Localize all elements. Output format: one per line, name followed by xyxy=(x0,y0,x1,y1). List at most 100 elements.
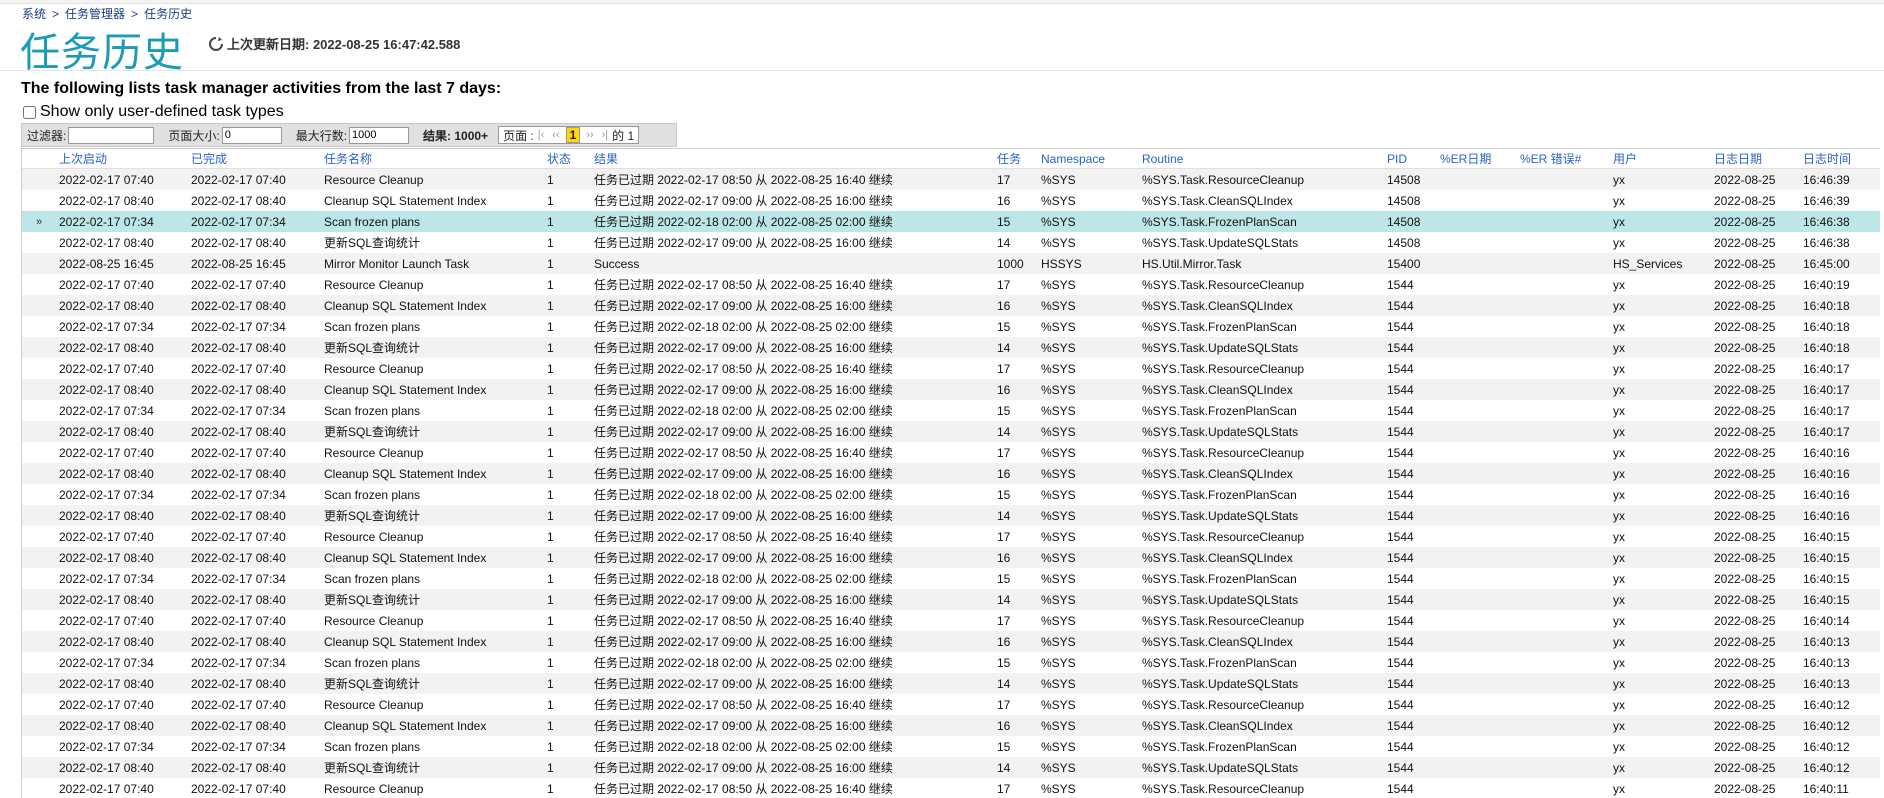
breadcrumb-current[interactable]: 任务历史 xyxy=(144,7,192,21)
table-row[interactable]: 2022-02-17 07:34 2022-02-17 07:34 Scan fro… xyxy=(22,652,1880,673)
table-row[interactable]: 2022-02-17 07:40 2022-02-17 07:40 Resource… xyxy=(22,442,1880,463)
breadcrumb-system[interactable]: 系统 xyxy=(22,7,46,21)
table-row[interactable]: 2022-02-17 07:40 2022-02-17 07:40 Resource… xyxy=(22,610,1880,631)
table-row[interactable]: 2022-02-17 07:40 2022-02-17 07:40 Resource… xyxy=(22,778,1880,798)
col-log-date-header[interactable]: 日志日期 xyxy=(1711,149,1800,169)
col-status: 1 xyxy=(544,358,591,379)
table-row[interactable]: 2022-02-17 08:40 2022-02-17 08:40 更新SQL查询统… xyxy=(22,757,1880,778)
table-row[interactable]: 2022-02-17 07:40 2022-02-17 07:40 Resource… xyxy=(22,526,1880,547)
col-routine: %SYS.Task.CleanSQLIndex xyxy=(1139,631,1384,652)
col-task-id-header[interactable]: 任务 xyxy=(994,149,1038,169)
current-page[interactable]: 1 xyxy=(565,127,581,143)
table-row[interactable]: 2022-02-17 07:34 2022-02-17 07:34 Scan fro… xyxy=(22,568,1880,589)
col-er-error-header[interactable]: %ER 错误# xyxy=(1517,149,1610,169)
max-rows-input[interactable] xyxy=(349,126,410,144)
col-task-name: Resource Cleanup xyxy=(321,526,544,547)
table-row[interactable]: 2022-02-17 07:34 2022-02-17 07:34 Scan fro… xyxy=(22,316,1880,337)
col-routine: %SYS.Task.CleanSQLIndex xyxy=(1139,379,1384,400)
col-status: 1 xyxy=(544,715,591,736)
col-er-date xyxy=(1437,631,1517,652)
col-user: yx xyxy=(1610,379,1711,400)
col-task-name-header[interactable]: 任务名称 xyxy=(321,149,544,169)
first-page-button[interactable]: |‹ xyxy=(538,129,545,141)
col-routine: %SYS.Task.FrozenPlanScan xyxy=(1139,736,1384,757)
col-log-date: 2022-08-25 xyxy=(1711,421,1800,442)
col-namespace: %SYS xyxy=(1038,316,1139,337)
page-label: 页面 : xyxy=(503,128,534,143)
table-row[interactable]: 2022-02-17 07:34 2022-02-17 07:34 Scan fro… xyxy=(22,736,1880,757)
breadcrumb-separator: > xyxy=(131,7,139,21)
col-er-date xyxy=(1437,421,1517,442)
page-size-input[interactable] xyxy=(221,126,282,144)
table-row[interactable]: 2022-02-17 08:40 2022-02-17 08:40 Cleanup … xyxy=(22,631,1880,652)
col-er-date-header[interactable]: %ER日期 xyxy=(1437,149,1517,169)
col-routine: %SYS.Task.UpdateSQLStats xyxy=(1139,589,1384,610)
col-result-header[interactable]: 结果 xyxy=(591,149,994,169)
table-row[interactable]: 2022-02-17 07:40 2022-02-17 07:40 Resource… xyxy=(22,694,1880,715)
table-row[interactable]: 2022-02-17 08:40 2022-02-17 08:40 更新SQL查询统… xyxy=(22,232,1880,253)
col-task-name: Scan frozen plans xyxy=(321,316,544,337)
filter-input[interactable] xyxy=(68,126,155,144)
table-row[interactable]: 2022-02-17 07:34 2022-02-17 07:34 Scan fro… xyxy=(22,400,1880,421)
table-row[interactable]: » 2022-02-17 07:34 2022-02-17 07:34 Scan fr… xyxy=(22,211,1880,232)
col-pid-header[interactable]: PID xyxy=(1384,149,1437,169)
top-bar xyxy=(0,0,1884,4)
table-row[interactable]: 2022-02-17 08:40 2022-02-17 08:40 更新SQL查询统… xyxy=(22,505,1880,526)
col-result: 任务已过期 2022-02-17 08:50 从 2022-08-25 16:4… xyxy=(591,358,994,379)
next-page-button[interactable]: ›› xyxy=(586,129,593,141)
table-row[interactable]: 2022-02-17 08:40 2022-02-17 08:40 Cleanup … xyxy=(22,547,1880,568)
refresh-icon[interactable] xyxy=(208,36,224,52)
user-defined-checkbox[interactable] xyxy=(23,105,36,119)
col-task-id: 17 xyxy=(994,778,1038,798)
col-result: 任务已过期 2022-02-17 09:00 从 2022-08-25 16:0… xyxy=(591,190,994,211)
table-row[interactable]: 2022-02-17 07:40 2022-02-17 07:40 Resource… xyxy=(22,274,1880,295)
table-row[interactable]: 2022-02-17 08:40 2022-02-17 08:40 更新SQL查询统… xyxy=(22,337,1880,358)
col-last-start-header[interactable]: 上次启动 xyxy=(56,149,188,169)
col-pid: 1544 xyxy=(1384,484,1437,505)
table-row[interactable]: 2022-02-17 08:40 2022-02-17 08:40 Cleanup … xyxy=(22,295,1880,316)
table-row[interactable]: 2022-02-17 08:40 2022-02-17 08:40 Cleanup … xyxy=(22,715,1880,736)
col-er-error xyxy=(1517,379,1610,400)
table-row[interactable]: 2022-02-17 07:40 2022-02-17 07:40 Resource… xyxy=(22,168,1880,190)
col-completed-header[interactable]: 已完成 xyxy=(188,149,321,169)
col-er-date xyxy=(1437,757,1517,778)
col-log-time-header[interactable]: 日志时间 xyxy=(1800,149,1880,169)
col-pid: 1544 xyxy=(1384,778,1437,798)
col-completed: 2022-02-17 07:40 xyxy=(188,610,321,631)
table-row[interactable]: 2022-02-17 08:40 2022-02-17 08:40 Cleanup … xyxy=(22,463,1880,484)
col-last-start: 2022-02-17 08:40 xyxy=(56,463,188,484)
col-log-date: 2022-08-25 xyxy=(1711,568,1800,589)
prev-page-button[interactable]: ‹‹ xyxy=(552,129,559,141)
col-namespace-header[interactable]: Namespace xyxy=(1038,149,1139,169)
row-marker: » xyxy=(22,211,56,232)
col-er-error xyxy=(1517,694,1610,715)
col-er-error xyxy=(1517,484,1610,505)
col-er-error xyxy=(1517,463,1610,484)
col-status: 1 xyxy=(544,295,591,316)
col-result: 任务已过期 2022-02-17 08:50 从 2022-08-25 16:4… xyxy=(591,778,994,798)
col-status-header[interactable]: 状态 xyxy=(544,149,591,169)
col-er-error xyxy=(1517,736,1610,757)
table-row[interactable]: 2022-02-17 08:40 2022-02-17 08:40 更新SQL查询统… xyxy=(22,421,1880,442)
col-marker xyxy=(22,149,56,169)
breadcrumb-task-manager[interactable]: 任务管理器 xyxy=(65,7,125,21)
col-user-header[interactable]: 用户 xyxy=(1610,149,1711,169)
table-row[interactable]: 2022-02-17 07:34 2022-02-17 07:34 Scan fro… xyxy=(22,484,1880,505)
table-row[interactable]: 2022-02-17 08:40 2022-02-17 08:40 Cleanup … xyxy=(22,379,1880,400)
table-row[interactable]: 2022-02-17 08:40 2022-02-17 08:40 更新SQL查询统… xyxy=(22,673,1880,694)
col-routine: %SYS.Task.UpdateSQLStats xyxy=(1139,421,1384,442)
last-page-button[interactable]: ›| xyxy=(602,129,609,141)
col-completed: 2022-02-17 08:40 xyxy=(188,463,321,484)
col-routine-header[interactable]: Routine xyxy=(1139,149,1384,169)
col-namespace: %SYS xyxy=(1038,694,1139,715)
table-row[interactable]: 2022-02-17 07:40 2022-02-17 07:40 Resource… xyxy=(22,358,1880,379)
col-last-start: 2022-02-17 08:40 xyxy=(56,505,188,526)
col-log-date: 2022-08-25 xyxy=(1711,673,1800,694)
col-log-date: 2022-08-25 xyxy=(1711,358,1800,379)
page-total: 的 1 xyxy=(612,128,635,143)
table-row[interactable]: 2022-08-25 16:45 2022-08-25 16:45 Mirror M… xyxy=(22,253,1880,274)
col-pid: 14508 xyxy=(1384,168,1437,190)
user-defined-filter[interactable]: Show only user-defined task types xyxy=(23,103,284,121)
table-row[interactable]: 2022-02-17 08:40 2022-02-17 08:40 更新SQL查询统… xyxy=(22,589,1880,610)
table-row[interactable]: 2022-02-17 08:40 2022-02-17 08:40 Cleanup … xyxy=(22,190,1880,211)
